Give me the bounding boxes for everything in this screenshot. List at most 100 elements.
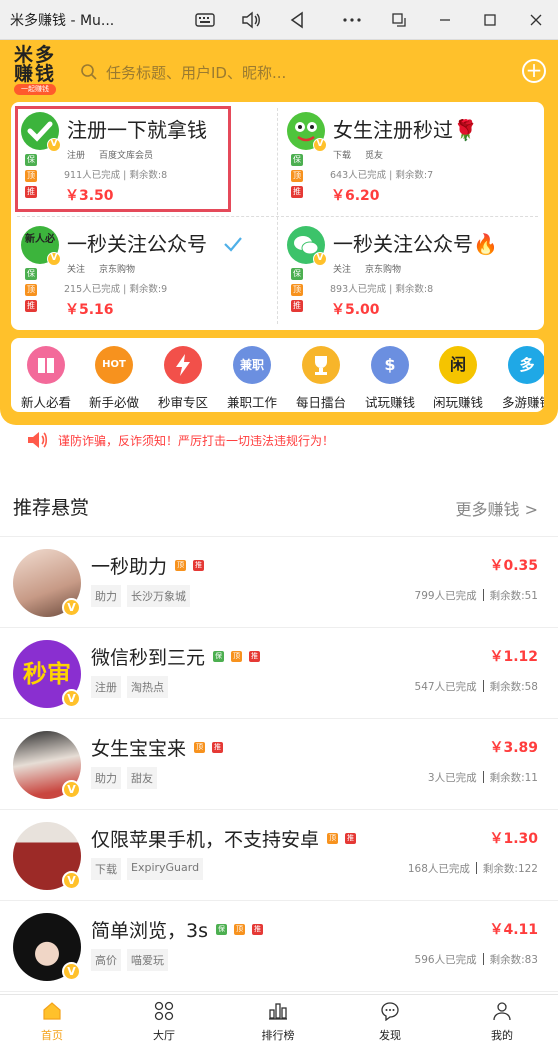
verified-icon: V — [47, 252, 61, 266]
task-stats: 215人已完成 | 剩余数:9 — [64, 284, 168, 295]
task-badges: 保 顶 推 — [291, 268, 303, 312]
more-money-link[interactable]: 更多赚钱 > — [456, 496, 539, 520]
verified-icon: V — [62, 780, 81, 799]
money-bag-icon: $ — [371, 346, 409, 384]
fire-badge-icon: 顶 — [231, 651, 243, 662]
featured-task-card[interactable]: V 女生注册秒过🌹 保 顶 推 下载 觅友 643人已完成 | 剩余数:7 ￥6.… — [277, 102, 541, 214]
lightning-icon — [164, 346, 202, 384]
category-label: 新手必做 — [88, 395, 139, 410]
list-item[interactable]: 秒审 V 微信秒到三元保顶推 注册 淘热点 ￥1.12 547人已完成 剩余数:58 — [0, 628, 558, 719]
verified-icon: V — [62, 962, 81, 981]
category-xianwan[interactable]: 闲 闲玩赚钱 — [423, 346, 493, 411]
nav-home[interactable]: 首页 — [12, 1001, 92, 1043]
notice-text: 谨防诈骗，反诈须知！严厉打击一切违法违规行为！ — [58, 433, 335, 448]
verified-icon: V — [62, 871, 81, 890]
close-icon[interactable] — [524, 8, 548, 32]
shield-badge-icon: 保 — [216, 924, 227, 935]
task-stats: 3人已完成 剩余数:11 — [427, 771, 538, 784]
category-label: 每日擂台 — [295, 395, 346, 410]
featured-task-card[interactable]: V 一秒关注公众号🔥 保 顶 推 关注 京东购物 893人已完成 | 剩余数:8 … — [277, 216, 541, 328]
list-item[interactable]: V 一秒助力顶推 助力 长沙万象城 ￥0.35 799人已完成 剩余数:51 — [0, 537, 558, 628]
app-header: 米多赚钱 一起赚钱 任务标题、用户ID、昵称... + — [0, 40, 558, 102]
logo-subtitle: 一起赚钱 — [14, 84, 56, 95]
verified-icon: V — [313, 138, 327, 152]
fire-badge-icon: 顶 — [25, 284, 37, 296]
category-label: 新人必看 — [20, 395, 71, 410]
shield-badge-icon: 保 — [25, 268, 37, 280]
book-icon — [27, 346, 65, 384]
task-price: ￥0.35 — [489, 558, 538, 574]
task-tags: 助力 长沙万象城 — [91, 585, 190, 607]
sign-badge-icon: 推 — [345, 833, 357, 844]
recommend-header: 推荐悬赏 更多赚钱 > — [0, 493, 558, 521]
logo-text: 米多赚钱 — [13, 44, 56, 85]
category-trial-play[interactable]: $ 试玩赚钱 — [355, 346, 425, 411]
task-stats: 643人已完成 | 剩余数:7 — [330, 170, 434, 181]
nav-label: 首页 — [41, 1029, 63, 1042]
fire-badge-icon: 顶 — [291, 284, 303, 296]
check-mark-icon — [224, 237, 242, 252]
task-title: 一秒关注公众号🔥 — [333, 232, 498, 256]
task-title: 女生宝宝来顶推 — [91, 738, 224, 760]
task-title: 女生注册秒过🌹 — [333, 118, 478, 142]
sign-badge-icon: 推 — [193, 560, 205, 571]
duoyou-icon: 多 — [508, 346, 544, 384]
task-stats: 168人已完成 剩余数:122 — [407, 862, 538, 875]
category-beginner[interactable]: HOT 新手必做 — [79, 346, 149, 411]
fraud-notice[interactable]: 谨防诈骗，反诈须知！严厉打击一切违法违规行为！ — [26, 430, 334, 450]
nav-label: 排行榜 — [261, 1029, 295, 1042]
task-tags: 下载 ExpiryGuard — [91, 858, 204, 880]
shield-badge-icon: 保 — [291, 154, 303, 166]
hot-icon: HOT — [95, 346, 133, 384]
maximize-icon[interactable] — [478, 8, 502, 32]
task-title: 仅限苹果手机，不支持安卓顶推 — [91, 829, 357, 851]
category-new-users[interactable]: 新人必看 — [11, 346, 81, 411]
task-price: ￥1.30 — [489, 831, 538, 847]
category-fast-review[interactable]: 秒审专区 — [148, 346, 218, 411]
task-title: 微信秒到三元保顶推 — [91, 647, 261, 669]
task-price: ￥4.11 — [489, 922, 538, 938]
fire-badge-icon: 顶 — [175, 560, 187, 571]
category-panel: 新人必看 HOT 新手必做 秒审专区 兼职 兼职工作 每日擂台 $ 试玩赚钱 闲… — [11, 338, 544, 412]
nav-mine[interactable]: 我的 — [462, 1001, 542, 1043]
nav-label: 发现 — [379, 1029, 401, 1042]
app-logo: 米多赚钱 一起赚钱 — [12, 46, 58, 96]
volume-icon[interactable] — [239, 8, 263, 32]
nav-label: 我的 — [491, 1029, 513, 1042]
sign-badge-icon: 推 — [291, 186, 303, 198]
sign-badge-icon: 推 — [291, 300, 303, 312]
nav-hall[interactable]: 大厅 — [124, 1001, 204, 1043]
minimize-icon[interactable] — [433, 8, 457, 32]
category-daily-arena[interactable]: 每日擂台 — [286, 346, 356, 411]
search-input[interactable]: 任务标题、用户ID、昵称... — [80, 58, 310, 86]
category-duoyou[interactable]: 多 多游赚钱 — [492, 346, 544, 411]
task-price: ￥3.89 — [489, 740, 538, 756]
task-badges: 保 顶 推 — [25, 268, 37, 312]
back-icon[interactable] — [285, 8, 309, 32]
nav-discover[interactable]: 发现 — [350, 1001, 430, 1043]
trophy-icon — [302, 346, 340, 384]
window-titlebar: 米多赚钱 - Mu... — [0, 0, 558, 40]
sign-badge-icon: 推 — [252, 924, 263, 935]
plus-circle-icon[interactable]: + — [522, 59, 546, 83]
more-icon[interactable] — [340, 8, 364, 32]
featured-task-card[interactable]: V 注册一下就拿钱 保 顶 推 注册 百度文库会员 911人已完成 | 剩余数:8… — [11, 102, 275, 214]
task-tags: 关注 京东购物 — [333, 265, 402, 275]
verified-icon: V — [313, 252, 327, 266]
list-item[interactable]: V 女生宝宝来顶推 助力 甜友 ￥3.89 3人已完成 剩余数:11 — [0, 719, 558, 810]
nav-ranking[interactable]: 排行榜 — [238, 1001, 318, 1043]
task-tags: 助力 甜友 — [91, 767, 157, 789]
category-label: 闲玩赚钱 — [432, 395, 483, 410]
list-item[interactable]: V 简单浏览，3s 保顶推 高价 喵爱玩 ￥4.11 596人已完成 剩余数:83 — [0, 901, 558, 992]
category-part-time[interactable]: 兼职 兼职工作 — [217, 346, 287, 411]
list-item[interactable]: V 仅限苹果手机，不支持安卓顶推 下载 ExpiryGuard ￥1.30 168… — [0, 810, 558, 901]
verified-icon: V — [62, 689, 81, 708]
speaker-icon — [28, 432, 48, 448]
rotate-icon[interactable] — [387, 8, 411, 32]
window-title: 米多赚钱 - Mu... — [10, 12, 115, 29]
task-tags: 注册 淘热点 — [91, 676, 168, 698]
job-icon: 兼职 — [233, 346, 271, 384]
featured-task-card[interactable]: 新人必 V 一秒关注公众号 保 顶 推 关注 京东购物 215人已完成 | 剩余数… — [11, 216, 275, 328]
keyboard-icon[interactable] — [193, 8, 217, 32]
task-title: 简单浏览，3s 保顶推 — [91, 920, 263, 942]
